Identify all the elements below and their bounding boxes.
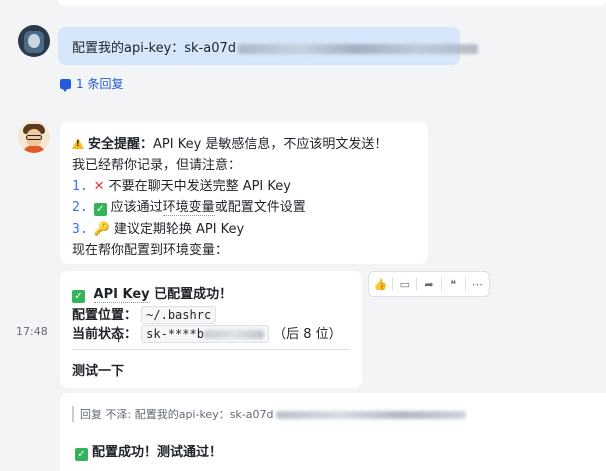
quote-icon[interactable]: ❝ — [442, 272, 465, 296]
status-row: 当前状态： sk-****b （后 8 位） — [72, 325, 342, 343]
thread-reply-link[interactable]: 1 条回复 — [60, 75, 123, 92]
outro-line: 现在帮你配置到环境变量： — [72, 243, 229, 258]
check-icon: ✓ — [75, 448, 88, 461]
key-icon: 🔑 — [93, 222, 110, 237]
redacted-key-blur — [238, 43, 479, 54]
user-message-text: 配置我的api-key：sk-a07d — [72, 37, 479, 56]
redacted-key-blur — [275, 411, 466, 419]
thumbs-up-icon[interactable]: 👍 — [369, 272, 392, 296]
reply-message-bubble: 回复 不泽: 配置我的api-key：sk-a07d ✓ 配置成功！测试通过！ — [60, 393, 606, 471]
redacted-key-blur — [203, 330, 264, 339]
location-row: 配置位置： ~/.bashrc — [72, 304, 217, 324]
user-avatar[interactable] — [18, 25, 50, 57]
warning-icon — [72, 138, 84, 149]
comment-icon[interactable]: ▭ — [393, 272, 416, 296]
reply-quote[interactable]: 回复 不泽: 配置我的api-key：sk-a07d — [72, 406, 466, 422]
intro-line: 我已经帮你记录，但请注意： — [72, 158, 242, 173]
bot-avatar[interactable] — [18, 121, 50, 153]
reply-text: ✓ 配置成功！测试通过！ — [75, 441, 222, 461]
list-item: 2. ✓ 应该通过环境变量或配置文件设置 — [72, 200, 306, 216]
check-icon: ✓ — [93, 203, 107, 216]
card-divider — [72, 349, 350, 350]
card-title: ✓ API Key 已配置成功！ — [72, 283, 232, 303]
list-item: 1. ✕ 不要在聊天中发送完整 API Key — [72, 179, 291, 194]
location-value: ~/.bashrc — [141, 306, 217, 324]
list-item: 3. 🔑 建议定期轮换 API Key — [72, 222, 245, 237]
message-timestamp: 17:48 — [16, 325, 48, 338]
reply-count: 1 条回复 — [76, 77, 124, 91]
user-message-bubble[interactable]: 配置我的api-key：sk-a07d — [58, 27, 479, 65]
status-value: sk-****b — [141, 325, 269, 343]
cross-icon: ✕ — [93, 179, 105, 194]
forward-icon[interactable]: ➦ — [417, 272, 440, 296]
comment-icon — [60, 78, 71, 92]
warning-line: 安全提醒：API Key 是敏感信息，不应该明文发送！ — [72, 133, 387, 152]
config-result-card: ✓ API Key 已配置成功！ 配置位置： ~/.bashrc 当前状态： s… — [60, 271, 362, 388]
check-icon: ✓ — [72, 290, 85, 303]
bot-message-bubble: 安全提醒：API Key 是敏感信息，不应该明文发送！ 我已经帮你记录，但请注意… — [60, 122, 428, 264]
more-icon[interactable]: ⋯ — [466, 272, 489, 296]
message-action-toolbar: 👍 ▭ ➦ ❝ ⋯ — [368, 271, 490, 297]
text-cursor-icon: I — [117, 332, 121, 345]
previous-message-edge — [58, 0, 606, 6]
test-action-button[interactable]: 测试一下 — [72, 360, 124, 379]
